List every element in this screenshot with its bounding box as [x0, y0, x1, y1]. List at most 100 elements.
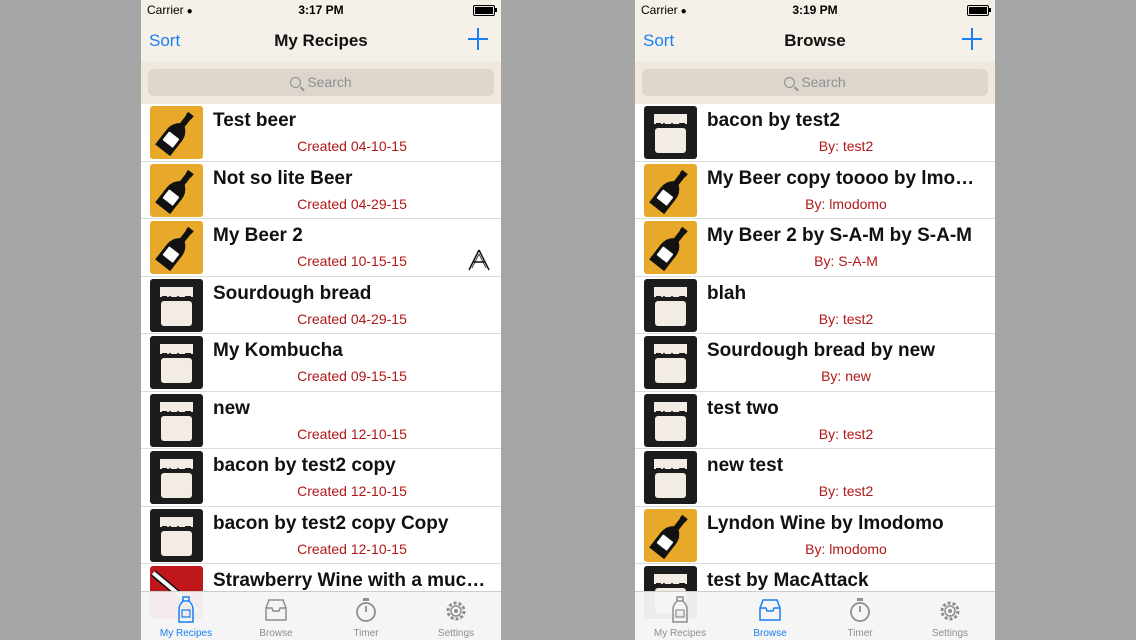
battery-icon	[473, 5, 497, 16]
beer-bottle-icon	[150, 106, 203, 159]
navigation-bar: Sort My Recipes	[141, 20, 501, 62]
list-item[interactable]: My Kombucha Created 09-15-15	[141, 334, 501, 392]
tab-label: Settings	[437, 628, 475, 639]
search-icon	[784, 77, 796, 88]
recipe-list: Test beer Created 04-10-15 Not so lite Bee…	[141, 104, 501, 622]
search-input[interactable]: Search	[148, 69, 494, 96]
search-placeholder: Search	[801, 74, 846, 90]
recipe-name: bacon by test2 copy Copy	[213, 512, 449, 534]
recipe-name: bacon by test2	[707, 110, 841, 131]
recipe-list: bacon by test2 By: test2 My Beer copy tooo…	[635, 104, 995, 622]
list-item[interactable]: bacon by test2 copy Copy Created 12-10-15	[141, 507, 501, 564]
recipe-subtitle: Created 04-10-15	[297, 138, 407, 154]
list-item[interactable]: test two By: test2	[635, 392, 995, 449]
list-item[interactable]: bacon by test2 By: test2	[635, 104, 995, 162]
shared-a-icon[interactable]	[466, 248, 492, 272]
recipe-name: Strawberry Wine with a muc…	[213, 570, 486, 591]
recipe-name: Test beer	[213, 110, 297, 131]
search-placeholder: Search	[307, 74, 352, 90]
search-input[interactable]: Search	[642, 69, 988, 96]
list-item[interactable]: blah By: test2	[635, 277, 995, 334]
list-item[interactable]: Test beer Created 04-10-15	[141, 104, 501, 162]
jar-icon	[644, 278, 697, 332]
page-title: Browse	[784, 31, 846, 50]
recipe-subtitle: By: test2	[818, 310, 874, 327]
tab-settings[interactable]: Settings	[411, 592, 501, 640]
sort-button[interactable]: Sort	[643, 31, 674, 51]
list-item[interactable]: Not so lite Beer Created 04-29-15	[141, 162, 501, 219]
recipe-subtitle: Created 12-10-15	[297, 483, 407, 499]
beer-bottle-icon	[644, 163, 697, 217]
my-recipes-screen: Carrier ● 3:17 PM Sort My Recipes Search …	[141, 0, 501, 640]
recipe-name: My Kombucha	[213, 340, 343, 361]
tab-label: Browse	[259, 628, 293, 639]
jar-icon	[644, 336, 697, 389]
recipe-subtitle: Created 04-29-15	[297, 195, 407, 212]
list-item[interactable]: bacon by test2 copy Created 12-10-15	[141, 449, 501, 507]
recipe-subtitle: Created 12-10-15	[297, 425, 407, 442]
recipe-name: My Beer 2 by S-A-M by S-A-M	[707, 225, 972, 246]
tab-timer[interactable]: Timer	[321, 592, 411, 640]
jar-icon	[644, 106, 697, 159]
list-item[interactable]: My Beer 2 Created 10-15-15	[141, 219, 501, 277]
list-item[interactable]: My Beer copy toooo by lmo… By: lmodomo	[635, 162, 995, 219]
list-item[interactable]: Lyndon Wine by lmodomo By: lmodomo	[635, 507, 995, 564]
tab-my-recipes[interactable]: My Recipes	[141, 592, 231, 640]
jar-icon	[644, 393, 697, 447]
tab-timer[interactable]: Timer	[815, 592, 905, 640]
tab-bar: My Recipes Browse Timer Settings	[635, 591, 995, 640]
recipe-subtitle: Created 09-15-15	[297, 368, 407, 384]
recipe-subtitle: By: lmodomo	[805, 540, 887, 557]
list-item[interactable]: new test By: test2	[635, 449, 995, 507]
recipe-subtitle: Created 12-10-15	[297, 540, 407, 557]
recipe-subtitle: Created 10-15-15	[297, 253, 407, 269]
recipe-name: My Beer 2	[213, 225, 303, 246]
list-item[interactable]: new Created 12-10-15	[141, 392, 501, 449]
recipe-name: blah	[707, 282, 747, 304]
beer-bottle-icon	[150, 221, 203, 274]
tab-label: Timer	[353, 628, 379, 639]
tab-browse[interactable]: Browse	[231, 592, 321, 640]
recipe-subtitle: By: test2	[818, 425, 874, 442]
recipe-name: Not so lite Beer	[213, 167, 353, 189]
recipe-subtitle: By: new	[821, 368, 871, 384]
tab-label: Timer	[847, 628, 873, 639]
recipe-name: Sourdough bread	[213, 282, 372, 304]
tab-bar: My Recipes Browse Timer Settings	[141, 591, 501, 640]
recipe-name: bacon by test2 copy	[213, 455, 396, 476]
page-title: My Recipes	[274, 31, 368, 50]
battery-icon	[967, 5, 991, 16]
recipe-subtitle: By: lmodomo	[805, 195, 887, 212]
tab-my-recipes[interactable]: My Recipes	[635, 592, 725, 640]
tab-label: Browse	[753, 628, 787, 639]
tab-label: My Recipes	[159, 628, 213, 639]
status-time: 3:19 PM	[792, 3, 838, 17]
recipe-name: My Beer copy toooo by lmo…	[707, 167, 975, 189]
jar-icon	[150, 508, 203, 562]
list-item[interactable]: My Beer 2 by S-A-M by S-A-M By: S-A-M	[635, 219, 995, 277]
list-item[interactable]: Sourdough bread Created 04-29-15	[141, 277, 501, 334]
beer-bottle-icon	[644, 508, 697, 562]
search-bar-container: Search	[141, 62, 501, 104]
sort-button[interactable]: Sort	[149, 31, 180, 51]
recipe-name: new test	[707, 455, 784, 476]
search-bar-container: Search	[635, 62, 995, 104]
jar-icon	[150, 451, 203, 504]
jar-icon	[644, 451, 697, 504]
search-icon	[290, 77, 302, 88]
status-bar: Carrier ● 3:19 PM	[635, 0, 995, 20]
tab-browse[interactable]: Browse	[725, 592, 815, 640]
status-bar: Carrier ● 3:17 PM	[141, 0, 501, 20]
recipe-name: Sourdough bread by new	[707, 340, 936, 361]
plus-icon[interactable]	[467, 26, 489, 52]
list-item[interactable]: Sourdough bread by new By: new	[635, 334, 995, 392]
status-time: 3:17 PM	[298, 3, 344, 17]
recipe-name: Lyndon Wine by lmodomo	[707, 512, 944, 534]
jar-icon	[150, 336, 203, 389]
recipe-subtitle: By: S-A-M	[814, 253, 878, 269]
recipe-name: test two	[707, 397, 779, 419]
recipe-name: test by MacAttack	[707, 570, 869, 591]
recipe-subtitle: By: test2	[818, 138, 874, 154]
plus-icon[interactable]	[961, 26, 983, 52]
tab-settings[interactable]: Settings	[905, 592, 995, 640]
